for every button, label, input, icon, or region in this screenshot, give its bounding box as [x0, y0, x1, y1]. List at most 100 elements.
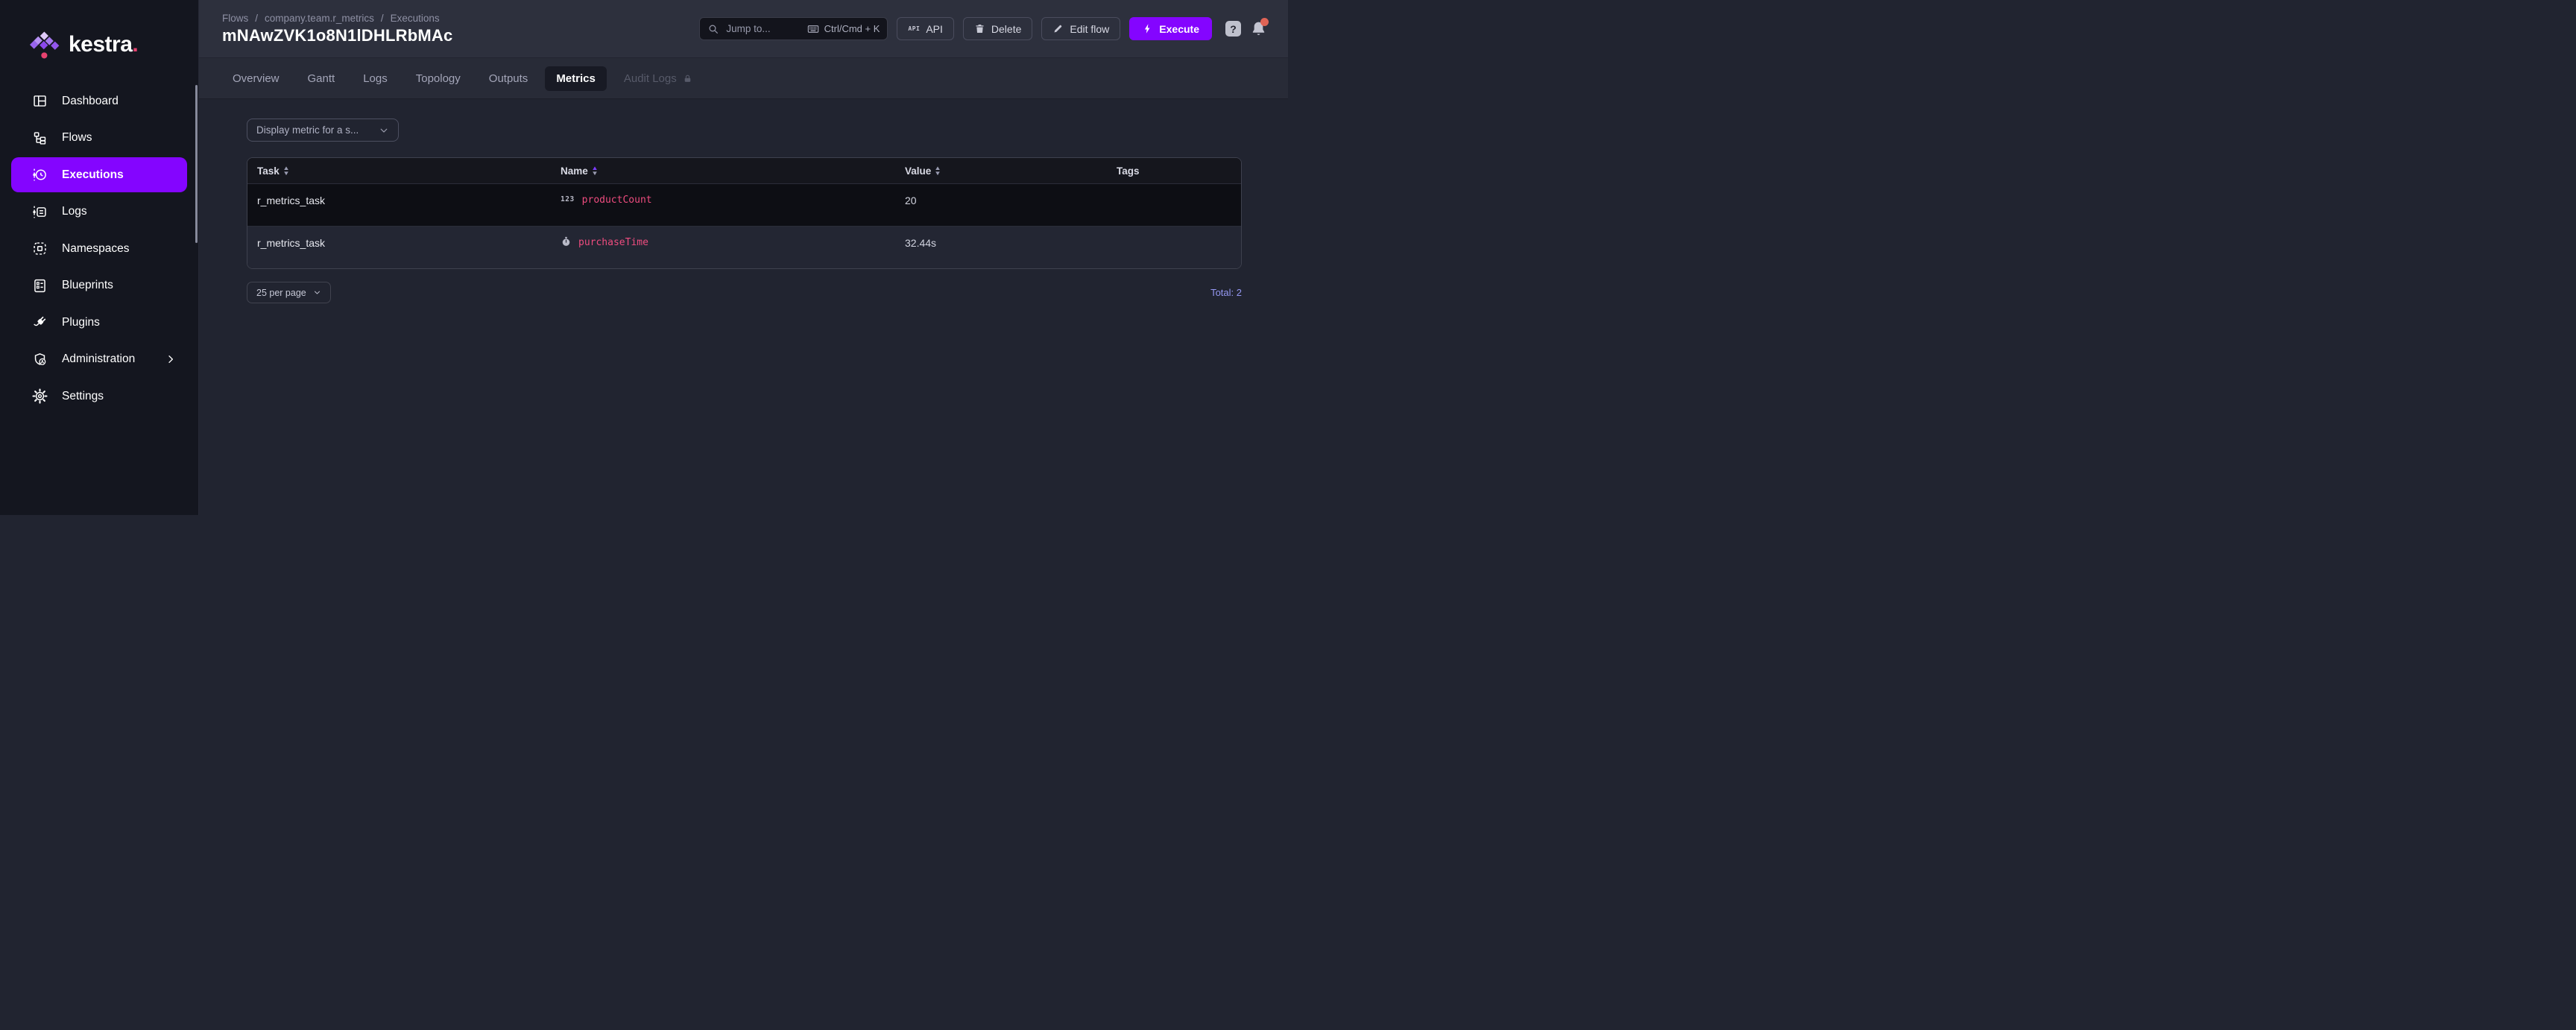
- tab-gantt[interactable]: Gantt: [297, 66, 347, 91]
- breadcrumb-executions[interactable]: Executions: [391, 13, 440, 24]
- edit-flow-button-label: Edit flow: [1070, 23, 1109, 35]
- column-header-task[interactable]: Task ▲▼: [247, 165, 561, 177]
- table-header-row: Task ▲▼ Name ▲▼ Value ▲▼ Tags: [247, 158, 1241, 183]
- sidebar-item-label: Logs: [62, 205, 87, 218]
- administration-icon: [32, 352, 48, 367]
- column-label: Tags: [1117, 165, 1140, 177]
- tab-topology[interactable]: Topology: [405, 66, 472, 91]
- blueprints-icon: [32, 278, 48, 294]
- api-button[interactable]: API API: [897, 17, 954, 40]
- sidebar-item-administration[interactable]: Administration: [11, 342, 187, 377]
- sidebar: kestra. Dashboard Flows Executions Logs …: [0, 0, 199, 515]
- jump-to-search[interactable]: Jump to... Ctrl/Cmd + K: [699, 17, 888, 40]
- sidebar-item-logs[interactable]: Logs: [11, 195, 187, 230]
- table-footer: 25 per page Total: 2: [247, 282, 1242, 303]
- metrics-table: Task ▲▼ Name ▲▼ Value ▲▼ Tags: [247, 157, 1242, 269]
- metric-selector-dropdown[interactable]: Display metric for a s...: [247, 119, 399, 142]
- sidebar-item-plugins[interactable]: Plugins: [11, 305, 187, 340]
- page-size-dropdown[interactable]: 25 per page: [247, 282, 331, 303]
- sidebar-item-dashboard[interactable]: Dashboard: [11, 83, 187, 119]
- app-root: kestra. Dashboard Flows Executions Logs …: [0, 0, 1288, 515]
- sidebar-scrollbar[interactable]: [195, 85, 198, 243]
- breadcrumb-flow-id[interactable]: company.team.r_metrics: [265, 13, 374, 24]
- sidebar-nav: Dashboard Flows Executions Logs Namespac…: [11, 83, 187, 414]
- kestra-logo-text: kestra.: [69, 32, 138, 57]
- shortcut-label: Ctrl/Cmd + K: [824, 23, 880, 34]
- flows-icon: [32, 130, 48, 146]
- tab-bar: Overview Gantt Logs Topology Outputs Met…: [199, 58, 1288, 99]
- execute-button-label: Execute: [1159, 23, 1199, 35]
- metric-selector-placeholder: Display metric for a s...: [256, 124, 359, 136]
- chevron-down-icon: [379, 125, 389, 136]
- search-shortcut: Ctrl/Cmd + K: [807, 23, 880, 35]
- sidebar-item-flows[interactable]: Flows: [11, 121, 187, 156]
- top-header: Flows / company.team.r_metrics / Executi…: [199, 0, 1288, 58]
- lock-icon: [683, 74, 692, 83]
- cell-name: 123 productCount: [561, 195, 905, 206]
- cell-value: 32.44s: [905, 237, 1117, 249]
- metrics-content: Display metric for a s... Task ▲▼ Name ▲…: [199, 99, 1288, 515]
- table-row[interactable]: r_metrics_task 123 productCount 20: [247, 183, 1241, 226]
- edit-flow-button[interactable]: Edit flow: [1041, 17, 1120, 40]
- chevron-down-icon: [313, 288, 321, 297]
- column-header-name[interactable]: Name ▲▼: [561, 165, 905, 177]
- header-actions: Jump to... Ctrl/Cmd + K API API Delete: [699, 17, 1267, 40]
- stopwatch-icon: [561, 236, 572, 247]
- cell-value: 20: [905, 195, 1117, 206]
- number-123-icon: 123: [561, 195, 575, 203]
- sidebar-item-label: Blueprints: [62, 279, 113, 292]
- total-count: Total: 2: [1210, 287, 1242, 298]
- sort-icon-active-asc: ▲▼: [592, 165, 598, 176]
- tab-metrics[interactable]: Metrics: [545, 66, 607, 91]
- breadcrumb-separator: /: [255, 13, 258, 24]
- tab-audit-logs[interactable]: Audit Logs: [613, 66, 704, 91]
- breadcrumb: Flows / company.team.r_metrics / Executi…: [222, 13, 452, 24]
- kestra-logo-icon: [30, 30, 60, 60]
- column-label: Name: [561, 165, 588, 177]
- page-title: mNAwZVK1o8N1lDHLRbMAc: [222, 26, 452, 45]
- kestra-logo[interactable]: kestra.: [30, 30, 138, 60]
- sort-icon: ▲▼: [935, 165, 941, 176]
- tab-logs[interactable]: Logs: [352, 66, 399, 91]
- delete-button[interactable]: Delete: [963, 17, 1032, 40]
- keyboard-icon: [807, 23, 819, 35]
- cell-task: r_metrics_task: [247, 195, 561, 206]
- search-placeholder: Jump to...: [726, 23, 770, 34]
- trash-icon: [974, 23, 985, 34]
- sidebar-item-label: Flows: [62, 131, 92, 145]
- notifications-button[interactable]: [1250, 20, 1267, 38]
- sidebar-item-label: Administration: [62, 353, 135, 366]
- sidebar-item-namespaces[interactable]: Namespaces: [11, 231, 187, 266]
- api-button-label: API: [926, 23, 943, 35]
- plugins-icon: [32, 315, 48, 330]
- header-left: Flows / company.team.r_metrics / Executi…: [222, 13, 452, 45]
- breadcrumb-separator: /: [381, 13, 384, 24]
- column-header-value[interactable]: Value ▲▼: [905, 165, 1117, 177]
- main-area: Flows / company.team.r_metrics / Executi…: [199, 0, 1288, 515]
- cell-task: r_metrics_task: [247, 237, 561, 249]
- executions-icon: [32, 167, 48, 183]
- logo-dot: .: [132, 32, 138, 57]
- column-label: Task: [257, 165, 280, 177]
- sidebar-item-executions[interactable]: Executions: [11, 157, 187, 192]
- sidebar-item-label: Plugins: [62, 316, 100, 329]
- metric-name: purchaseTime: [578, 237, 648, 248]
- execute-button[interactable]: Execute: [1129, 17, 1212, 40]
- sidebar-item-blueprints[interactable]: Blueprints: [11, 268, 187, 303]
- chevron-right-icon: [165, 353, 177, 365]
- tab-outputs[interactable]: Outputs: [478, 66, 540, 91]
- sort-icon: ▲▼: [283, 165, 289, 176]
- settings-icon: [32, 388, 48, 404]
- cell-name: purchaseTime: [561, 237, 905, 248]
- lightning-icon: [1142, 23, 1153, 34]
- sidebar-item-label: Namespaces: [62, 242, 129, 256]
- tab-overview[interactable]: Overview: [221, 66, 291, 91]
- table-row[interactable]: r_metrics_task purchaseTime 32.44s: [247, 226, 1241, 268]
- logs-icon: [32, 204, 48, 220]
- sidebar-item-settings[interactable]: Settings: [11, 379, 187, 414]
- help-button[interactable]: ?: [1225, 21, 1241, 37]
- breadcrumb-flows[interactable]: Flows: [222, 13, 248, 24]
- dashboard-icon: [32, 93, 48, 109]
- tab-audit-logs-label: Audit Logs: [624, 72, 677, 85]
- search-icon: [707, 23, 719, 35]
